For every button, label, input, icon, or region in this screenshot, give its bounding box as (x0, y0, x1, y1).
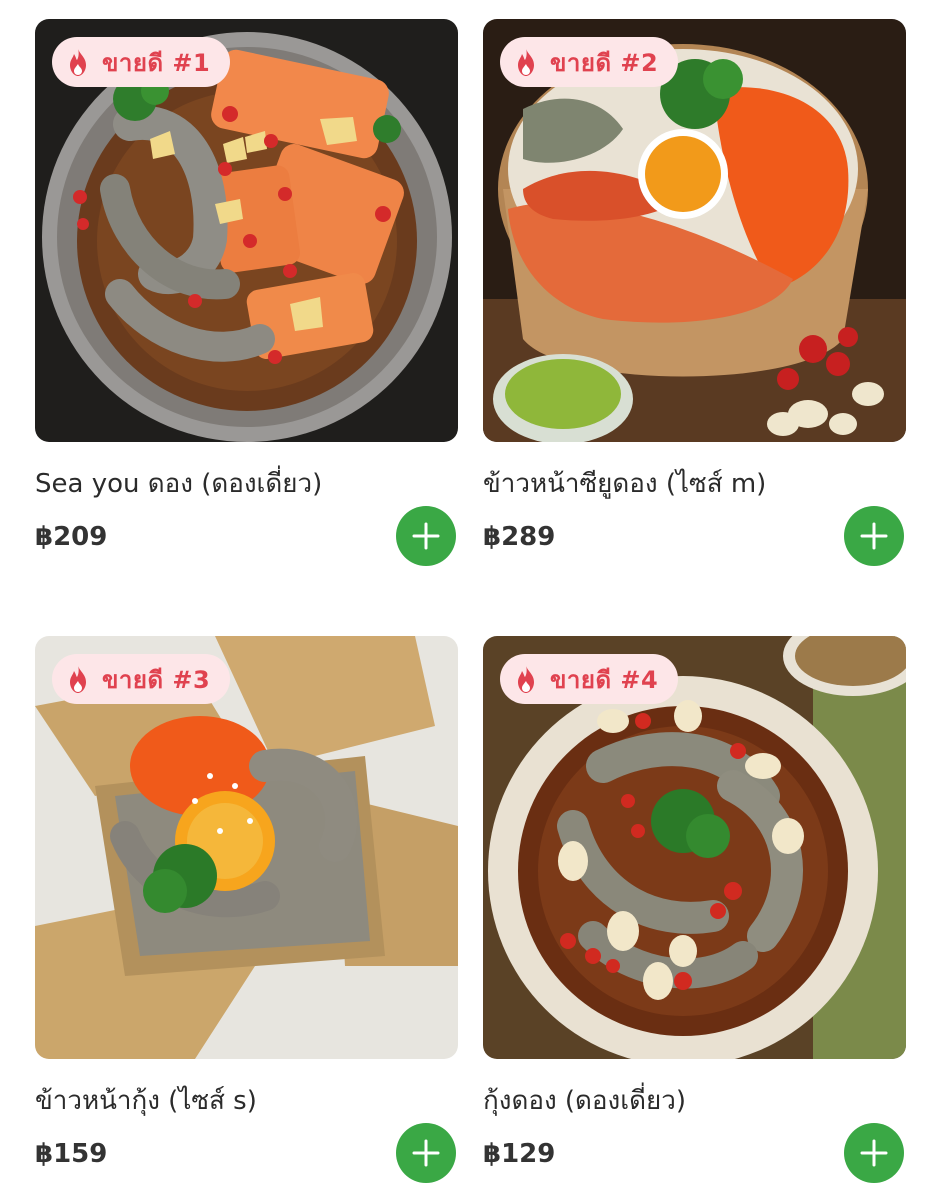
add-to-cart-button[interactable] (396, 1123, 456, 1183)
product-price: ฿129 (483, 1139, 556, 1169)
flame-icon (518, 665, 534, 693)
plus-icon (860, 1139, 888, 1167)
product-card[interactable]: ขายดี #2 ข้าวหน้าซียูดอง (ไซส์ m) ฿289 (483, 19, 906, 579)
product-card[interactable]: ขายดี #4 กุ้งดอง (ดองเดี่ยว) ฿129 (483, 636, 906, 1196)
plus-icon (860, 522, 888, 550)
add-to-cart-button[interactable] (396, 506, 456, 566)
flame-icon (70, 48, 86, 76)
product-price: ฿159 (35, 1139, 108, 1169)
product-photo[interactable]: ขายดี #4 (483, 636, 906, 1059)
add-to-cart-button[interactable] (844, 506, 904, 566)
product-price: ฿289 (483, 522, 556, 552)
bestseller-badge: ขายดี #4 (500, 654, 679, 704)
product-price: ฿209 (35, 522, 108, 552)
product-card[interactable]: ขายดี #1 Sea you ดอง (ดองเดี่ยว) ฿209 (35, 19, 458, 579)
flame-icon (70, 665, 86, 693)
product-name[interactable]: กุ้งดอง (ดองเดี่ยว) (483, 1080, 686, 1121)
bestseller-badge: ขายดี #3 (52, 654, 231, 704)
product-card[interactable]: ขายดี #3 ข้าวหน้ากุ้ง (ไซส์ s) ฿159 (35, 636, 458, 1196)
product-name[interactable]: ข้าวหน้ากุ้ง (ไซส์ s) (35, 1080, 257, 1121)
product-photo[interactable]: ขายดี #1 (35, 19, 458, 442)
bestseller-badge: ขายดี #2 (500, 37, 679, 87)
product-name[interactable]: ข้าวหน้าซียูดอง (ไซส์ m) (483, 463, 766, 504)
bestseller-badge: ขายดี #1 (52, 37, 231, 87)
add-to-cart-button[interactable] (844, 1123, 904, 1183)
plus-icon (412, 1139, 440, 1167)
product-name[interactable]: Sea you ดอง (ดองเดี่ยว) (35, 463, 322, 504)
badge-label: ขายดี #1 (102, 48, 211, 77)
badge-label: ขายดี #4 (550, 665, 659, 694)
badge-label: ขายดี #2 (550, 48, 659, 77)
product-photo[interactable]: ขายดี #2 (483, 19, 906, 442)
product-grid: ขายดี #1 Sea you ดอง (ดองเดี่ยว) ฿209 ขา… (0, 0, 940, 1200)
plus-icon (412, 522, 440, 550)
product-photo[interactable]: ขายดี #3 (35, 636, 458, 1059)
badge-label: ขายดี #3 (102, 665, 211, 694)
flame-icon (518, 48, 534, 76)
